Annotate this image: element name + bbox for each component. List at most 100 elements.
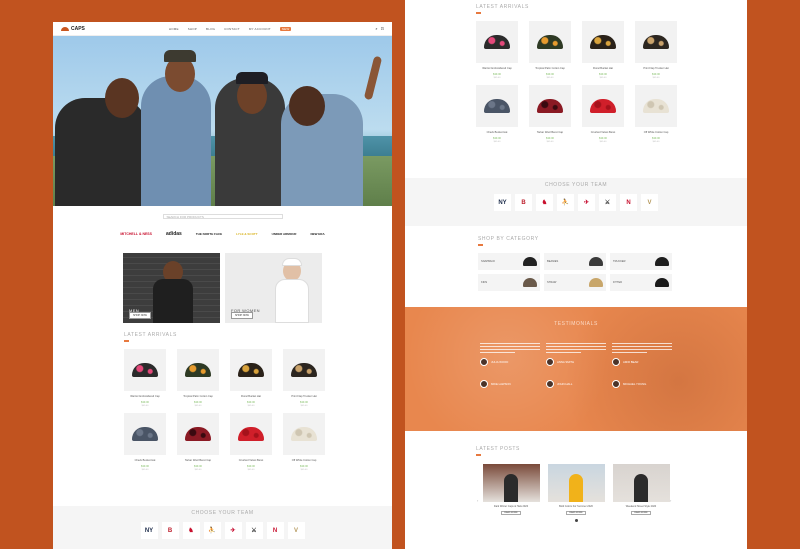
team-logo[interactable]: ⚔ bbox=[245, 522, 263, 539]
product-card[interactable]: Floral Bucket Hat $39.00 $45.00 bbox=[230, 349, 272, 407]
product-image[interactable] bbox=[582, 21, 624, 63]
promo-men[interactable]: MEN SHOP NOW bbox=[123, 253, 220, 323]
read-more-button[interactable]: READ MORE bbox=[631, 511, 651, 515]
brand-logo-north-face[interactable]: THE NORTH FACE bbox=[196, 232, 222, 236]
product-card[interactable]: Print Flap Trucker Hat $39.00 $45.00 bbox=[635, 21, 677, 79]
product-card[interactable]: Tartan Wool Beret Cap $39.00 $45.00 bbox=[529, 85, 571, 143]
category-tile[interactable]: FITTED bbox=[610, 274, 672, 291]
category-tile[interactable]: SNAPBACK bbox=[478, 253, 540, 270]
brand-logo-mitchell-ness[interactable]: MITCHELL & NESS bbox=[120, 232, 152, 236]
product-name[interactable]: Check Bucket Hat bbox=[487, 131, 508, 134]
product-card[interactable]: Off White Cotton Cap $39.00 $45.00 bbox=[635, 85, 677, 143]
team-logo[interactable]: ⛹ bbox=[557, 194, 574, 211]
product-name[interactable]: Crushed Velvet Beret bbox=[591, 131, 616, 134]
product-image[interactable] bbox=[529, 85, 571, 127]
product-name[interactable]: Print Flap Trucker Hat bbox=[643, 67, 668, 70]
blog-post[interactable]: Dark Winter Caps & Hats 2020 READ MORE bbox=[482, 464, 540, 515]
carousel-next-icon[interactable]: › bbox=[670, 498, 671, 503]
team-logo[interactable]: NY bbox=[140, 522, 158, 539]
nav-item-blog[interactable]: BLOG bbox=[206, 27, 215, 31]
post-title[interactable]: Dark Winter Caps & Hats 2020 bbox=[494, 505, 528, 508]
promo-men-button[interactable]: SHOP NOW bbox=[129, 312, 151, 319]
product-name[interactable]: Warrior Embroidered Cap bbox=[130, 395, 159, 398]
category-tile[interactable]: KIDS bbox=[478, 274, 540, 291]
product-card[interactable]: Crushed Velvet Beret $39.00 $45.00 bbox=[230, 413, 272, 471]
product-image[interactable] bbox=[283, 349, 325, 391]
read-more-button[interactable]: READ MORE bbox=[566, 511, 586, 515]
team-logo[interactable]: B bbox=[515, 194, 532, 211]
promo-women-button[interactable]: SHOP NOW bbox=[231, 312, 253, 319]
product-card[interactable]: Tropical Palm Cotton Cap $39.00 $45.00 bbox=[177, 349, 219, 407]
team-logo[interactable]: ♞ bbox=[182, 522, 200, 539]
team-logo[interactable]: NY bbox=[494, 194, 511, 211]
promo-women[interactable]: FOR WOMEN SHOP NOW bbox=[225, 253, 322, 323]
team-logo[interactable]: ⚔ bbox=[599, 194, 616, 211]
product-image[interactable] bbox=[476, 85, 518, 127]
search-icon[interactable]: ⌕ bbox=[375, 26, 377, 31]
site-logo[interactable]: CAPS bbox=[61, 26, 85, 32]
team-logo[interactable]: ✈ bbox=[224, 522, 242, 539]
product-card[interactable]: Off White Cotton Cap $39.00 $45.00 bbox=[283, 413, 325, 471]
product-name[interactable]: Floral Bucket Hat bbox=[593, 67, 613, 70]
product-image[interactable] bbox=[283, 413, 325, 455]
team-logo[interactable]: ⛹ bbox=[203, 522, 221, 539]
post-image[interactable] bbox=[547, 464, 605, 502]
brand-logo-new-era[interactable]: NEW ERA bbox=[310, 232, 324, 236]
team-logo[interactable]: ♞ bbox=[536, 194, 553, 211]
product-image[interactable] bbox=[582, 85, 624, 127]
carousel-prev-icon[interactable]: ‹ bbox=[477, 498, 478, 503]
team-logo[interactable]: V bbox=[641, 194, 658, 211]
post-image[interactable] bbox=[612, 464, 670, 502]
product-name[interactable]: Crushed Velvet Beret bbox=[239, 459, 264, 462]
brand-logo-lyle-scott[interactable]: LYLE & SCOTT bbox=[236, 232, 257, 236]
product-name[interactable]: Print Flap Trucker Hat bbox=[291, 395, 316, 398]
brand-logo-under-armour[interactable]: UNDER ARMOUR bbox=[272, 232, 297, 236]
product-card[interactable]: Check Bucket Hat $39.00 $45.00 bbox=[476, 85, 518, 143]
product-name[interactable]: Warrior Embroidered Cap bbox=[482, 67, 511, 70]
post-title[interactable]: Weekend Street Style 2020 bbox=[626, 505, 656, 508]
product-card[interactable]: Floral Bucket Hat $39.00 $45.00 bbox=[582, 21, 624, 79]
product-name[interactable]: Off White Cotton Cap bbox=[292, 459, 317, 462]
product-name[interactable]: Off White Cotton Cap bbox=[644, 131, 669, 134]
nav-item-shop[interactable]: SHOP bbox=[188, 27, 197, 31]
product-image[interactable] bbox=[124, 349, 166, 391]
product-image[interactable] bbox=[230, 413, 272, 455]
category-tile[interactable]: BEANIES bbox=[544, 253, 606, 270]
team-logo[interactable]: N bbox=[620, 194, 637, 211]
product-image[interactable] bbox=[124, 413, 166, 455]
read-more-button[interactable]: READ MORE bbox=[501, 511, 521, 515]
product-image[interactable] bbox=[529, 21, 571, 63]
product-name[interactable]: Tartan Wool Beret Cap bbox=[537, 131, 563, 134]
product-name[interactable]: Tropical Palm Cotton Cap bbox=[183, 395, 213, 398]
brand-logo-adidas[interactable]: adidas bbox=[166, 231, 182, 237]
nav-item-home[interactable]: HOME bbox=[169, 27, 179, 31]
product-card[interactable]: Warrior Embroidered Cap $39.00 $45.00 bbox=[476, 21, 518, 79]
product-name[interactable]: Tartan Wool Beret Cap bbox=[185, 459, 211, 462]
post-title[interactable]: Bold Colors For Summer 2020 bbox=[559, 505, 593, 508]
product-image[interactable] bbox=[635, 85, 677, 127]
search-input[interactable]: SEARCH FOR PRODUCTS bbox=[162, 214, 283, 219]
product-card[interactable]: Tartan Wool Beret Cap $39.00 $45.00 bbox=[177, 413, 219, 471]
carousel-dot[interactable] bbox=[574, 519, 578, 522]
product-card[interactable]: Check Bucket Hat $39.00 $45.00 bbox=[124, 413, 166, 471]
team-logo[interactable]: B bbox=[161, 522, 179, 539]
team-logo[interactable]: ✈ bbox=[578, 194, 595, 211]
product-image[interactable] bbox=[635, 21, 677, 63]
product-image[interactable] bbox=[230, 349, 272, 391]
team-logo[interactable]: N bbox=[266, 522, 284, 539]
product-image[interactable] bbox=[177, 413, 219, 455]
product-name[interactable]: Tropical Palm Cotton Cap bbox=[535, 67, 565, 70]
product-card[interactable]: Crushed Velvet Beret $39.00 $45.00 bbox=[582, 85, 624, 143]
category-tile[interactable]: STRAW bbox=[544, 274, 606, 291]
blog-post[interactable]: Weekend Street Style 2020 READ MORE bbox=[612, 464, 670, 515]
cart-icon[interactable]: ⊡ bbox=[381, 26, 384, 31]
product-name[interactable]: Check Bucket Hat bbox=[135, 459, 156, 462]
nav-item-contact[interactable]: CONTACT bbox=[224, 27, 240, 31]
team-logo[interactable]: V bbox=[287, 522, 305, 539]
post-image[interactable] bbox=[482, 464, 540, 502]
product-image[interactable] bbox=[177, 349, 219, 391]
category-tile[interactable]: TRUCKER bbox=[610, 253, 672, 270]
product-card[interactable]: Tropical Palm Cotton Cap $39.00 $45.00 bbox=[529, 21, 571, 79]
product-name[interactable]: Floral Bucket Hat bbox=[241, 395, 261, 398]
nav-item-account[interactable]: MY ACCOUNT bbox=[249, 27, 271, 31]
